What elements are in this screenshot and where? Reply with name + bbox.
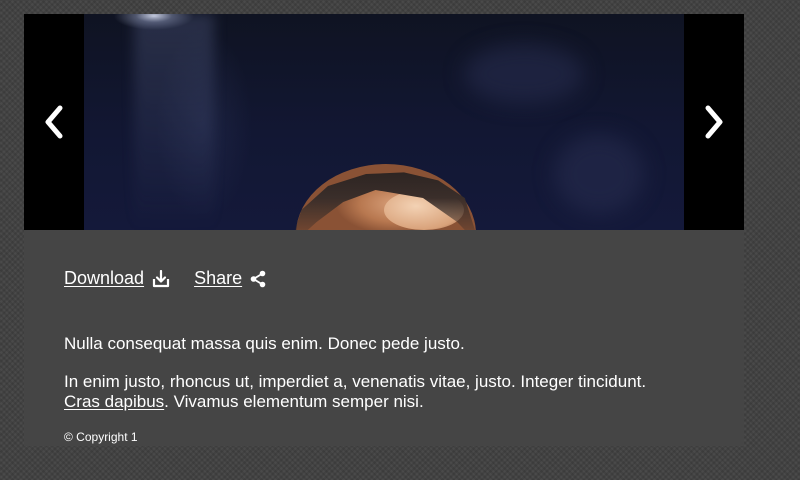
caption-paragraph: Nulla consequat massa quis enim. Donec p… (64, 334, 465, 353)
share-icon (250, 270, 266, 287)
cras-dapibus-link[interactable]: Cras dapibus (64, 392, 164, 411)
caption-text: In enim justo, rhoncus ut, imperdiet a, … (64, 372, 647, 391)
download-link[interactable]: Download (64, 268, 170, 289)
caption-text: . Vivamus elementum semper nisi. (164, 392, 424, 411)
photo-light-beam (134, 14, 214, 230)
chevron-left-icon (45, 105, 63, 139)
share-label: Share (194, 268, 243, 288)
download-icon (152, 269, 170, 287)
slide-photo (84, 14, 684, 230)
share-link[interactable]: Share (194, 268, 266, 289)
slide-caption: Nulla consequat massa quis enim. Donec p… (64, 334, 724, 412)
copyright-text: © Copyright 1 (64, 430, 138, 444)
slide-viewport (24, 14, 744, 230)
chevron-right-icon (705, 105, 723, 139)
photo-background-blur (554, 134, 644, 214)
download-label: Download (64, 268, 145, 288)
media-actions: Download Share (64, 268, 266, 289)
previous-slide-button[interactable] (24, 14, 84, 230)
gallery-card: Download Share Nulla consequat massa qui… (24, 14, 744, 446)
caption-paragraph: In enim justo, rhoncus ut, imperdiet a, … (64, 372, 724, 412)
next-slide-button[interactable] (684, 14, 744, 230)
photo-background-blur (464, 44, 584, 104)
